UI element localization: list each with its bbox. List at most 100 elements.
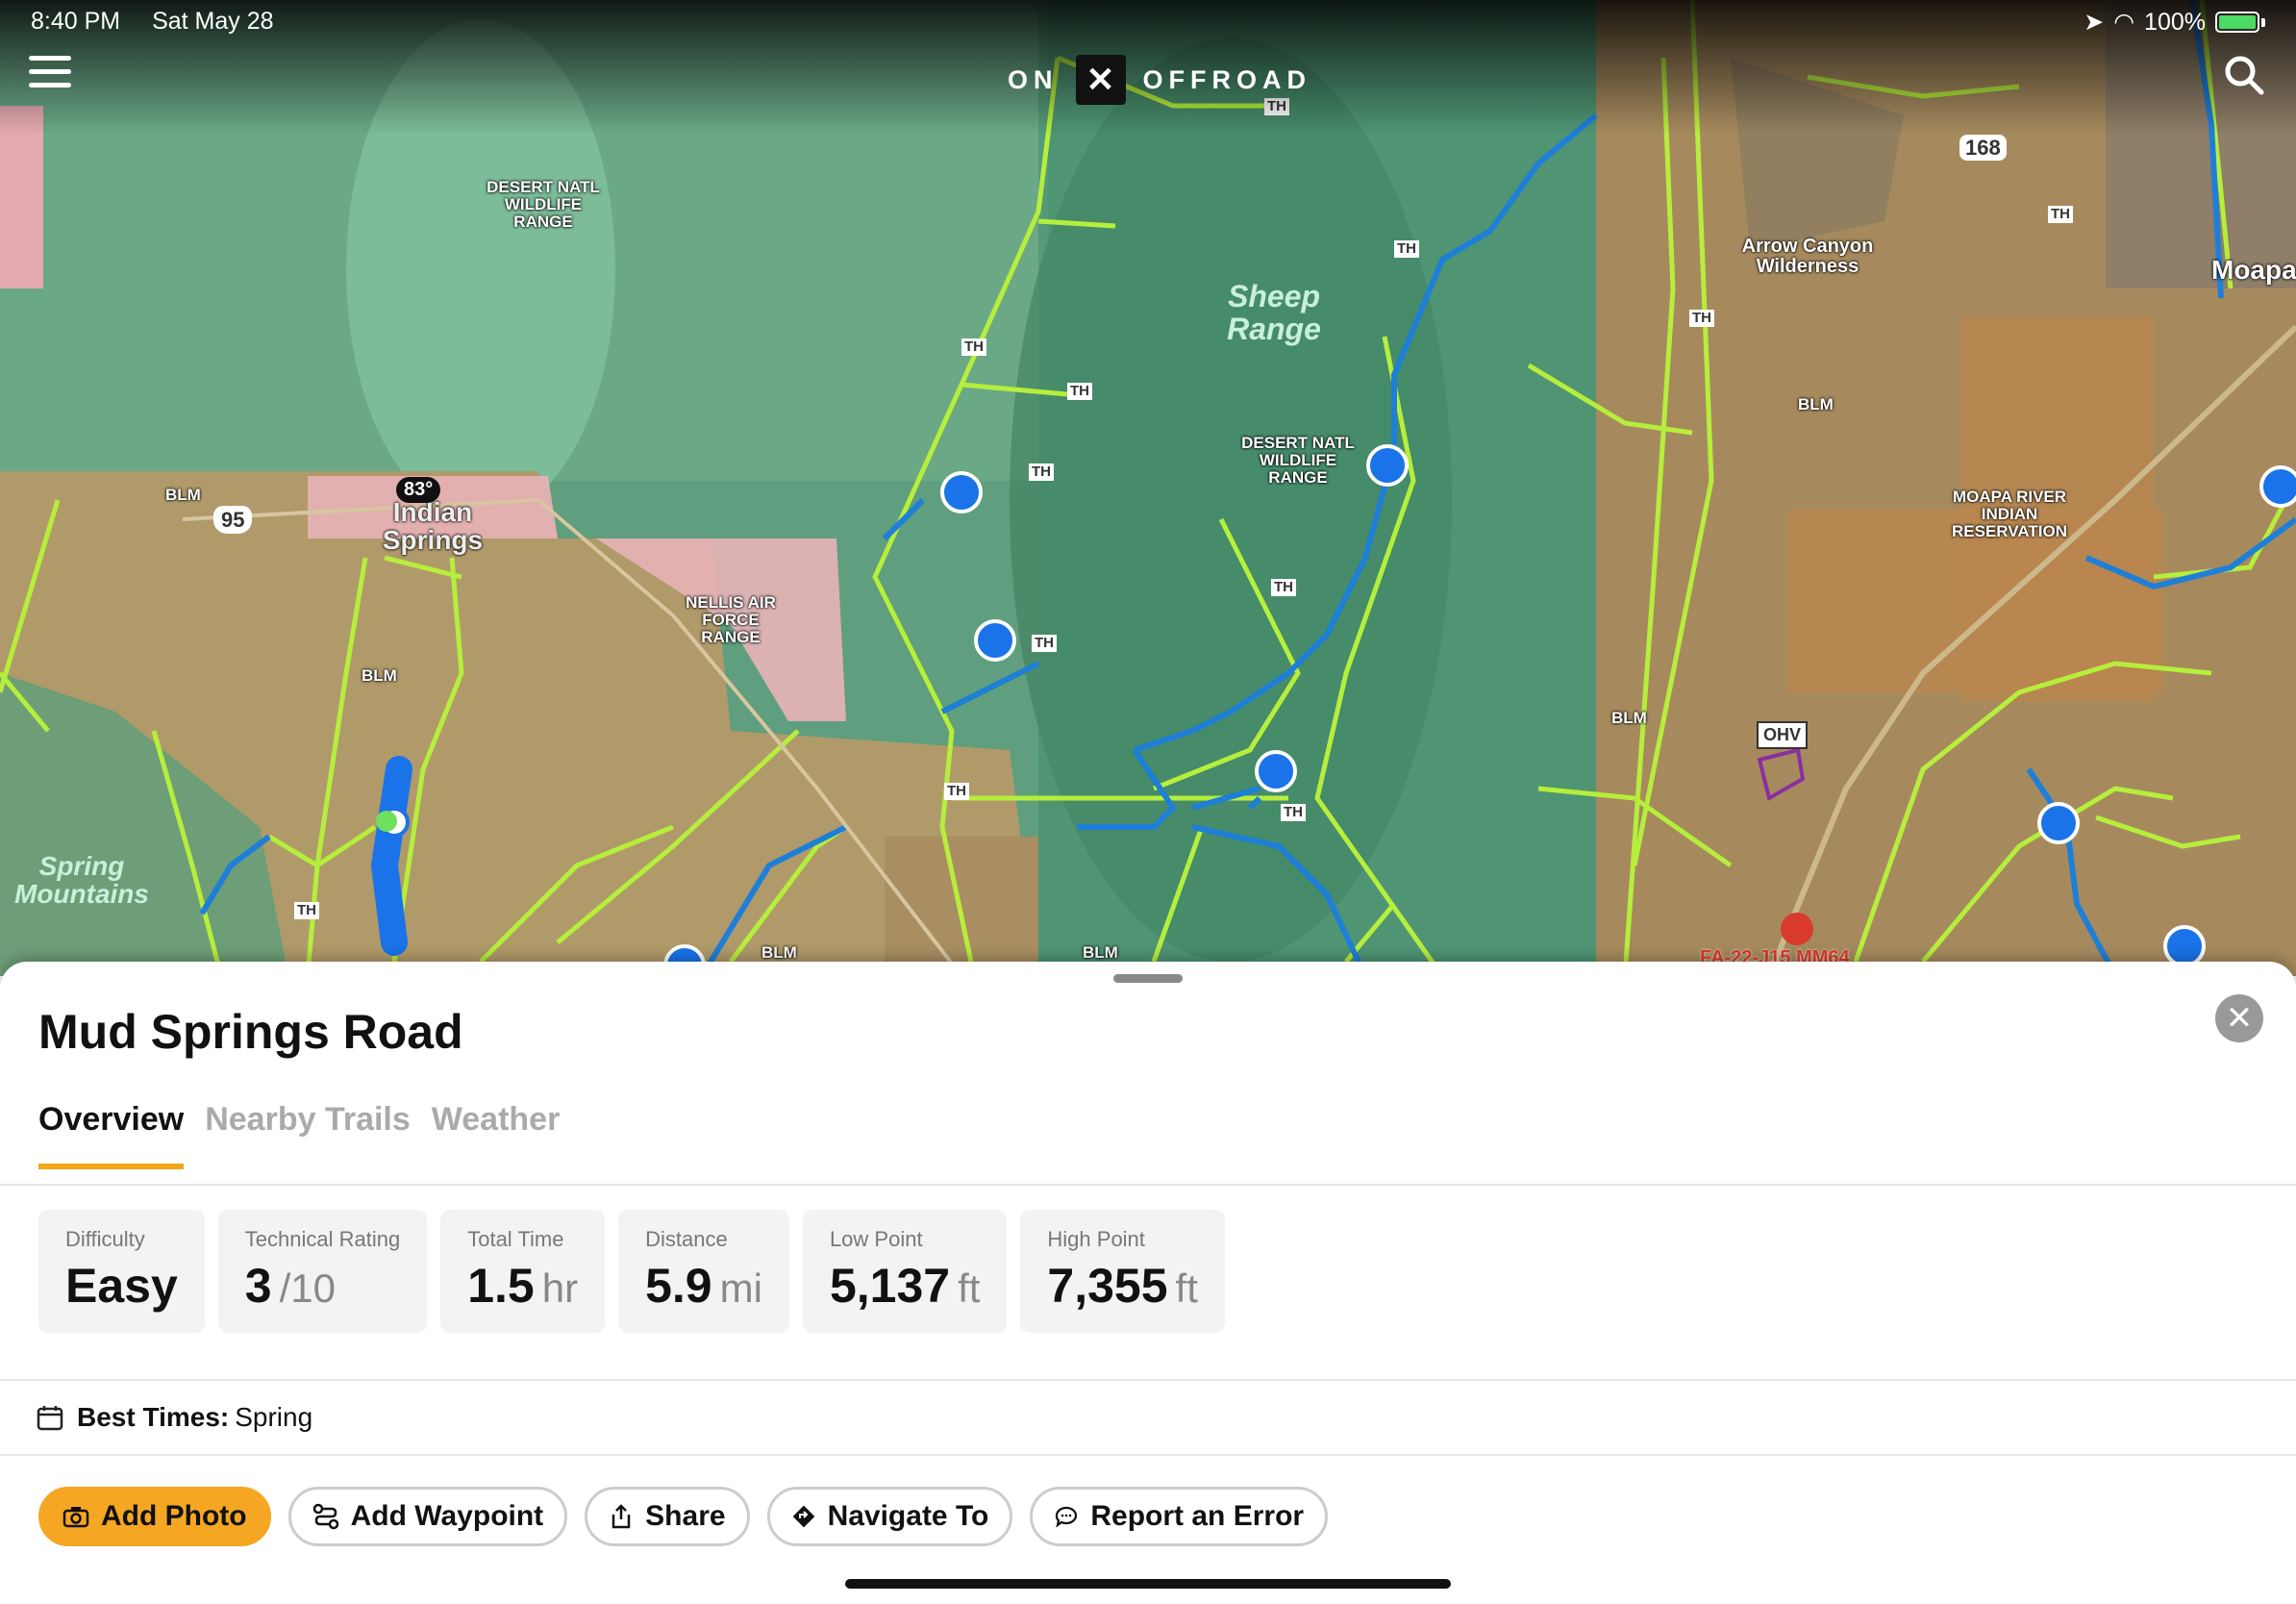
stat-unit: mi — [719, 1266, 762, 1311]
map-label-moapa-river: MOAPA RIVER INDIAN RESERVATION — [1952, 488, 2067, 540]
map-label-moapa-town: Moapa Town — [2211, 255, 2296, 285]
map-label-th-12: TH — [294, 902, 319, 919]
map-label-blm-1: BLM — [165, 486, 201, 504]
map-label-sheep-range: Sheep Range — [1227, 279, 1321, 346]
map-label-th-2: TH — [1394, 240, 1419, 258]
logo-text-on: ON — [1008, 64, 1059, 94]
stat-distance: Distance 5.9 mi — [618, 1210, 789, 1333]
action-buttons: Add Photo Add Waypoint Share Navigate To… — [38, 1487, 1329, 1546]
tab-bar: Overview Nearby Trails Weather — [38, 1101, 560, 1169]
best-times: Best Times: Spring — [37, 1402, 312, 1433]
stat-label: Difficulty — [65, 1227, 145, 1251]
add-waypoint-button[interactable]: Add Waypoint — [287, 1487, 568, 1546]
report-error-label: Report an Error — [1090, 1500, 1305, 1532]
map-label-blm-4: BLM — [1611, 709, 1647, 727]
tab-nearby-trails[interactable]: Nearby Trails — [205, 1101, 411, 1169]
best-times-divider — [0, 1454, 2296, 1456]
map-label-blm-6: BLM — [761, 943, 797, 962]
stat-value: 7,355 — [1047, 1259, 1168, 1313]
close-icon[interactable]: ✕ — [2215, 994, 2263, 1042]
stat-label: Technical Rating — [244, 1227, 401, 1251]
map-label-th-8: TH — [944, 783, 969, 800]
stat-unit: ft — [1175, 1266, 1198, 1311]
status-time: 8:40 PM — [31, 8, 121, 35]
tabs-divider — [0, 1184, 2296, 1186]
battery-tip — [2261, 17, 2265, 27]
sheet-grabber[interactable] — [1113, 974, 1183, 983]
report-error-button[interactable]: Report an Error — [1030, 1487, 1329, 1546]
best-times-label: Best Times: — [77, 1402, 230, 1432]
route-168-shield: 168 — [1959, 135, 2007, 162]
home-indicator[interactable] — [845, 1579, 1451, 1589]
stat-value: 5,137 — [829, 1259, 951, 1313]
share-icon — [611, 1504, 631, 1529]
battery-percent: 100% — [2144, 8, 2206, 36]
map-label-desert-natl-2: DESERT NATL WILDLIFE RANGE — [1241, 434, 1355, 487]
stat-difficulty: Difficulty Easy — [38, 1210, 205, 1333]
share-button[interactable]: Share — [585, 1487, 750, 1546]
stat-label: Distance — [645, 1227, 728, 1251]
stat-high-point: High Point 7,355 ft — [1020, 1210, 1225, 1333]
share-label: Share — [645, 1500, 726, 1532]
stat-unit: hr — [541, 1266, 579, 1311]
stat-value: Easy — [65, 1259, 178, 1313]
add-photo-label: Add Photo — [101, 1500, 247, 1532]
navigate-icon — [792, 1505, 814, 1528]
map-label-th-3: TH — [961, 338, 986, 356]
map-label-th-5: TH — [1029, 464, 1054, 481]
stat-technical-rating: Technical Rating 3/10 — [217, 1210, 428, 1333]
map-label-th-4: TH — [1067, 383, 1092, 400]
map-view[interactable]: DESERT NATL WILDLIFE RANGE Sheep Range D… — [0, 0, 2296, 976]
logo-text-offroad: OFFROAD — [1142, 64, 1311, 94]
location-arrow-icon: ➤ — [2084, 9, 2105, 36]
navigate-to-button[interactable]: Navigate To — [766, 1487, 1013, 1546]
stat-low-point: Low Point 5,137 ft — [802, 1210, 1008, 1333]
stat-label: High Point — [1047, 1227, 1145, 1251]
stat-total-time: Total Time 1.5 hr — [440, 1210, 606, 1333]
calendar-icon — [37, 1406, 63, 1431]
map-label-th-7: TH — [1271, 579, 1296, 596]
add-photo-button[interactable]: Add Photo — [38, 1487, 271, 1546]
chat-icon — [1056, 1506, 1078, 1528]
stat-value: 5.9 — [645, 1259, 712, 1313]
map-label-blm-5: BLM — [1083, 943, 1118, 962]
stat-value: 1.5 — [467, 1259, 535, 1313]
stat-unit: /10 — [279, 1266, 336, 1311]
stat-value: 3 — [244, 1259, 272, 1313]
logo-mark: ✕ — [1075, 55, 1126, 105]
onx-offroad-logo: ON ✕ OFFROAD — [1008, 55, 1311, 105]
map-label-th-6: TH — [1032, 635, 1057, 652]
best-times-value: Spring — [235, 1402, 313, 1432]
waypoint-icon — [312, 1503, 338, 1530]
map-label-desert-natl-1: DESERT NATL WILDLIFE RANGE — [487, 178, 600, 231]
map-label-ohv: OHV — [1757, 721, 1809, 749]
tab-overview[interactable]: Overview — [38, 1101, 185, 1169]
route-95-shield: 95 — [213, 506, 253, 535]
tab-weather[interactable]: Weather — [432, 1101, 561, 1169]
status-bar: 8:40 PM Sat May 28 ➤ ◠ 100% — [0, 0, 2296, 44]
map-label-arrow-canyon: Arrow Canyon Wilderness — [1741, 236, 1874, 277]
trail-title: Mud Springs Road — [38, 1005, 463, 1059]
map-label-th-9: TH — [1281, 804, 1306, 821]
map-label-th-11: TH — [2048, 206, 2073, 223]
add-waypoint-label: Add Waypoint — [350, 1500, 544, 1532]
map-label-blm-3: BLM — [1798, 395, 1834, 414]
map-label-th-10: TH — [1689, 310, 1714, 327]
temperature-badge: 83° — [396, 477, 441, 503]
search-icon[interactable] — [2223, 54, 2265, 96]
stat-unit: ft — [958, 1266, 981, 1311]
battery-icon — [2215, 12, 2259, 33]
stat-label: Total Time — [467, 1227, 564, 1251]
map-label-indian-springs: Indian Springs — [382, 497, 484, 556]
map-label-spring-mountains: Spring Mountains — [14, 851, 149, 910]
stat-label: Low Point — [829, 1227, 923, 1251]
camera-icon — [62, 1507, 89, 1528]
navigate-to-label: Navigate To — [827, 1500, 989, 1532]
wifi-icon: ◠ — [2113, 9, 2135, 36]
stats-divider — [0, 1379, 2296, 1381]
trail-detail-sheet: Mud Springs Road ✕ Overview Nearby Trail… — [0, 962, 2296, 1604]
map-label-blm-2: BLM — [362, 666, 397, 685]
menu-icon[interactable] — [29, 56, 71, 94]
map-label-nellis: NELLIS AIR FORCE RANGE — [686, 593, 776, 646]
trail-stats: Difficulty Easy Technical Rating 3/10 To… — [38, 1210, 1225, 1333]
